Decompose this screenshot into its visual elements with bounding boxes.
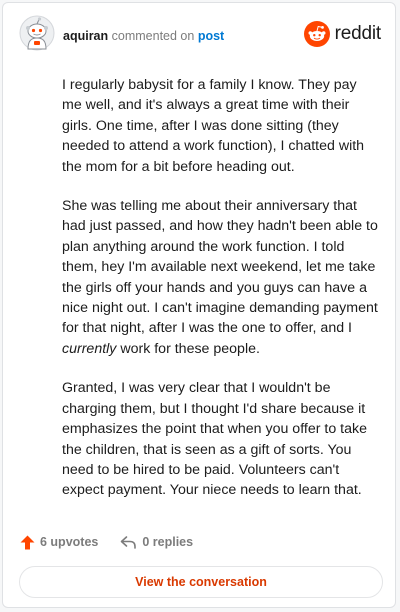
- emphasis-text: currently: [62, 340, 117, 357]
- comment-paragraph-3: Granted, I was very clear that I wouldn'…: [62, 378, 380, 500]
- paragraph-text: I regularly babysit for a family I know.…: [62, 77, 365, 175]
- upvote-button[interactable]: 6 upvotes: [19, 534, 98, 551]
- reply-arrow-icon: [121, 535, 137, 549]
- reddit-wordmark: reddit: [334, 23, 382, 44]
- paragraph-text: She was telling me about their anniversa…: [62, 198, 378, 337]
- paragraph-text: Granted, I was very clear that I wouldn'…: [62, 380, 367, 499]
- username-link[interactable]: aquiran: [63, 29, 108, 43]
- paragraph-text: work for these people.: [116, 340, 260, 357]
- upvote-count: 6 upvotes: [40, 535, 99, 549]
- comment-body: I regularly babysit for a family I know.…: [62, 75, 380, 520]
- reply-count: 0 replies: [142, 535, 194, 549]
- comment-paragraph-2: She was telling me about their anniversa…: [62, 196, 380, 359]
- comment-stats: 6 upvotes 0 replies: [19, 531, 193, 553]
- reddit-logo[interactable]: reddit: [303, 21, 382, 47]
- comment-header: aquiran commented on post reddit: [19, 15, 381, 55]
- post-link[interactable]: post: [198, 29, 224, 43]
- view-conversation-button[interactable]: View the conversation: [19, 566, 383, 598]
- user-avatar[interactable]: [19, 15, 55, 51]
- comment-paragraph-1: I regularly babysit for a family I know.…: [62, 75, 380, 177]
- reddit-snoo-icon: [303, 21, 330, 47]
- snoo-avatar-icon: [19, 15, 55, 51]
- comment-card: aquiran commented on post reddit I regul…: [2, 2, 396, 608]
- comment-meta: aquiran commented on post: [63, 28, 224, 44]
- upvote-arrow-icon: [20, 535, 35, 549]
- reply-button[interactable]: 0 replies: [120, 535, 193, 550]
- action-text: commented on: [111, 29, 195, 43]
